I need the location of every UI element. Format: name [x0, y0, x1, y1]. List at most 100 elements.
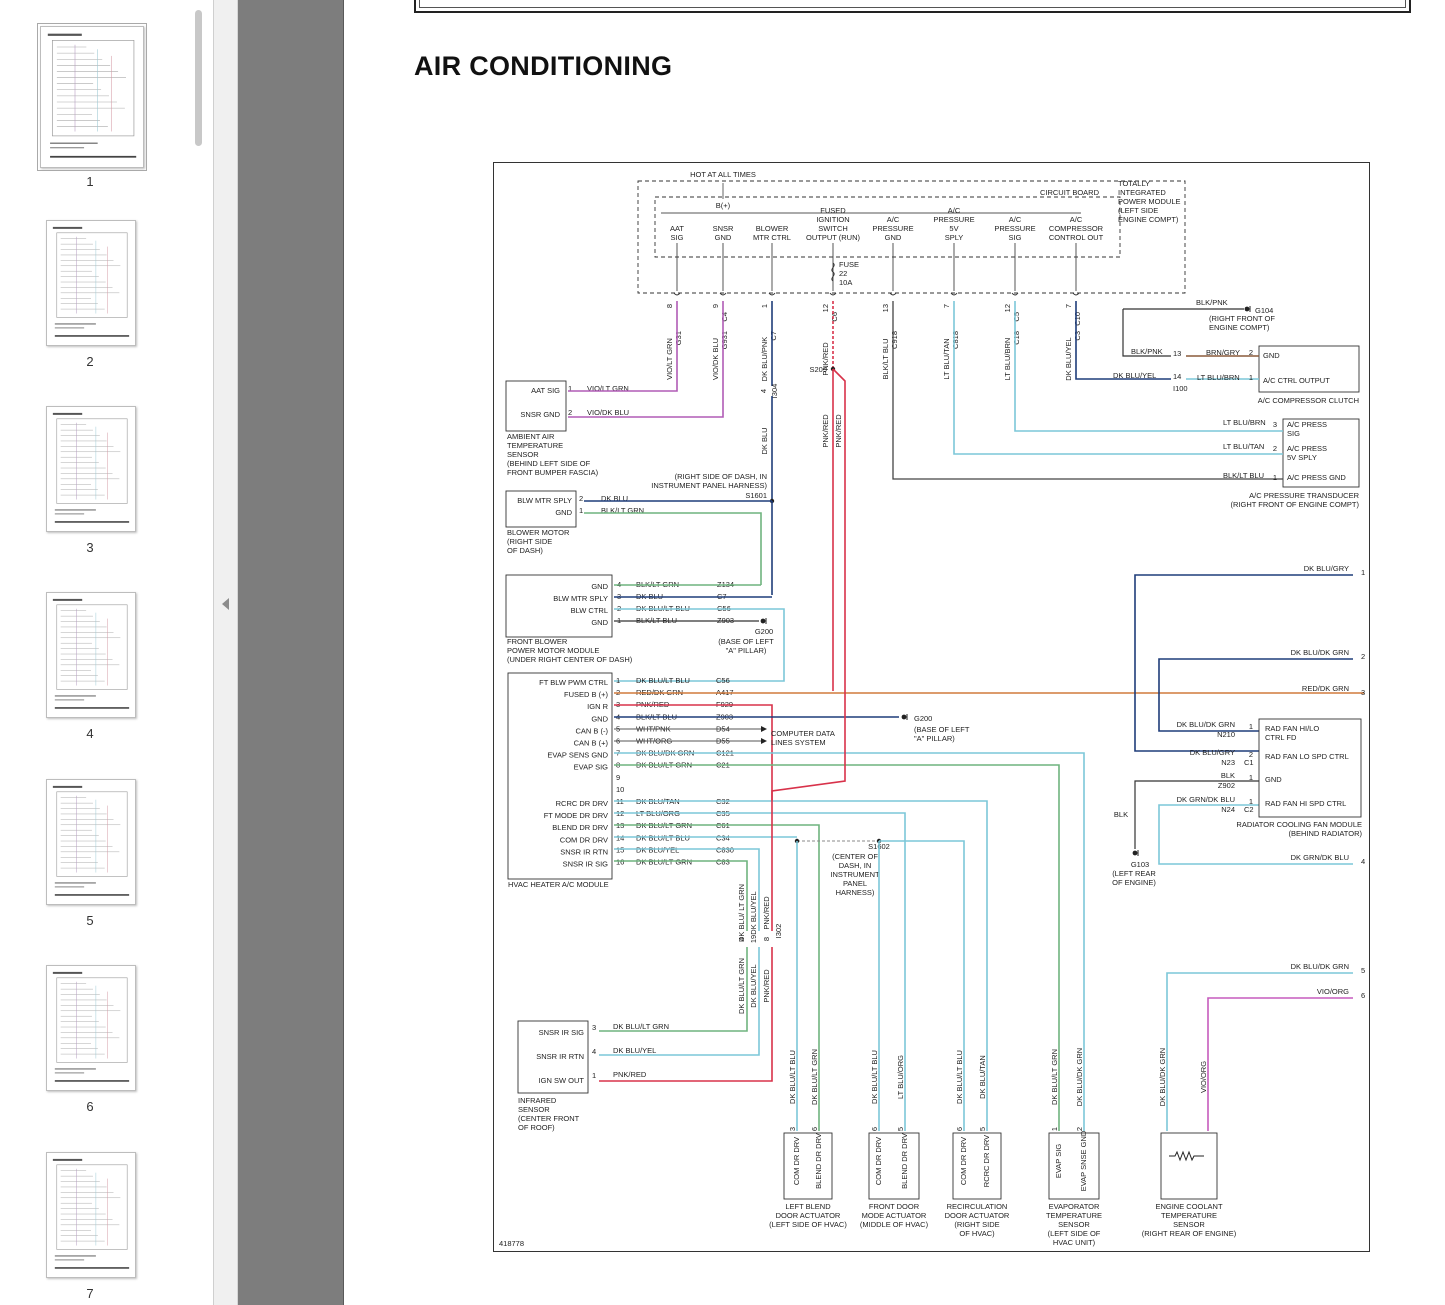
ir-sensor-pin-label: SNSR IR SIG	[539, 1028, 585, 1037]
inline-connector-pin: 19	[749, 935, 758, 943]
compressor-clutch-name: A/C COMPRESSOR CLUTCH	[1258, 396, 1359, 405]
thumbnail-page-image[interactable]	[46, 220, 136, 346]
tipm-name: INTEGRATED	[1118, 188, 1166, 197]
module-pin-function: A/C	[948, 206, 961, 215]
wire-color-label: BRN/GRY	[1206, 348, 1240, 357]
wire-color-label: LT BLU/BRN	[1223, 418, 1266, 427]
module-pin-function: PRESSURE	[872, 224, 913, 233]
circuit-number: C18	[1012, 331, 1021, 345]
thumbnail-scrollbar[interactable]	[193, 6, 203, 1296]
front-blower-module-name: POWER MOTOR MODULE	[507, 646, 599, 655]
splice-s1602-description: INSTRUMENT	[830, 870, 880, 879]
circuit-board-label: CIRCUIT BOARD	[1040, 188, 1100, 197]
hvac-pin-label: COM DR DRV	[560, 835, 608, 844]
actuator-pin-label: COM DR DRV	[792, 1137, 801, 1185]
inline-connector-pin: 13	[1173, 349, 1181, 358]
wire-vio-lt-grn	[568, 301, 678, 392]
bplus-label: B(+)	[716, 201, 731, 210]
page-heading: AIR CONDITIONING	[414, 51, 673, 81]
circuit-number: N24	[1221, 805, 1235, 814]
front-blower-pin-label: BLW MTR SPLY	[553, 594, 608, 603]
transducer-pin-number: 3	[1273, 420, 1277, 429]
hot-at-all-times-label: HOT AT ALL TIMES	[690, 170, 756, 179]
circuit-number: C3	[1073, 331, 1082, 341]
ground-g104-description: (RIGHT FRONT OF	[1209, 314, 1275, 323]
splice-s1602-description: (CENTER OF	[832, 852, 878, 861]
data-line-arrow	[761, 726, 767, 732]
wire-dk-blu-dk-grn	[1166, 972, 1353, 1131]
wire-color-label: DK BLU/LT GRN	[737, 958, 746, 1014]
computer-data-lines-label: LINES SYSTEM	[771, 738, 826, 747]
thumbnail-page-image[interactable]	[46, 592, 136, 718]
wire-color-label: LT BLU/BRN	[1197, 373, 1240, 382]
wire-color-label: LT BLU/TAN	[1223, 442, 1264, 451]
circuit-number: Z902	[1218, 781, 1235, 790]
module-pin-number: 1	[760, 304, 769, 308]
thumbnail-page-number: 2	[86, 354, 94, 369]
module-connector-id: C5	[1012, 312, 1021, 322]
wire-dk-blu-lt-grn	[614, 860, 748, 931]
tipm-name: TOTALLY	[1118, 179, 1150, 188]
actuator-name: ENGINE COOLANT	[1155, 1202, 1223, 1211]
circuit-number: N210	[1217, 730, 1235, 739]
actuator-name: TEMPERATURE	[1161, 1211, 1217, 1220]
blower-motor-name: OF DASH)	[507, 546, 543, 555]
module-pin-number: 7	[942, 304, 951, 308]
wiring-diagram: HOT AT ALL TIMES CIRCUIT BOARD TOTALLY INTE…	[493, 162, 1370, 1252]
actuator-pin-label: EVAP SNSE GND	[1079, 1130, 1088, 1191]
ground-symbol	[760, 618, 766, 624]
module-pin-function: IGNITION	[816, 215, 849, 224]
module-pin-number: 9	[711, 304, 720, 308]
ground-g104-description: ENGINE COMPT)	[1209, 323, 1270, 332]
actuator-pin-number: 6	[870, 1127, 879, 1131]
splice-s1602-description: DASH, IN	[839, 861, 872, 870]
wire-color-label: PNK/RED	[613, 1070, 647, 1079]
module-connector-id: C10	[1073, 312, 1082, 326]
wire-dk-blu-lt-blu	[879, 840, 965, 1131]
thumbnail-page-image[interactable]	[46, 1152, 136, 1278]
splice-label-s209: S209	[809, 365, 827, 374]
wire-color-label: DK BLU/LT GRN	[636, 858, 692, 867]
front-blower-pin-label: GND	[591, 582, 608, 591]
actuator-name: SENSOR	[1173, 1220, 1205, 1229]
wire-color-label: BLK/PNK	[1196, 298, 1228, 307]
circuit-number: G931	[720, 331, 729, 349]
collapse-sidebar-icon[interactable]	[222, 598, 229, 610]
inline-connector-i100: I100	[1173, 384, 1188, 393]
actuator-name: SENSOR	[1058, 1220, 1090, 1229]
module-pin-function: SPLY	[945, 233, 964, 242]
module-pin-function: A/C	[1009, 215, 1022, 224]
ground-g200-description: (BASE OF LEFT	[914, 725, 970, 734]
wire-color-label: DK BLU/ LT GRN	[737, 884, 746, 942]
transducer-pin-label: A/C PRESS GND	[1287, 473, 1346, 482]
sensor-pin-number: 2	[568, 408, 572, 417]
wire-color-label: PNK/RED	[821, 414, 830, 448]
thumbnail-page-image[interactable]	[37, 23, 147, 171]
hvac-pin-label: SNSR IR RTN	[560, 847, 608, 856]
ground-g200-description: "A" PILLAR)	[914, 734, 955, 743]
wire-color-label: DK BLU/YEL	[636, 845, 679, 854]
ir-sensor-pin-number: 1	[592, 1071, 596, 1080]
pane-splitter[interactable]	[214, 0, 238, 1305]
scrollbar-thumb[interactable]	[195, 10, 202, 146]
wire-pnk-red	[599, 947, 773, 1082]
thumbnail-page-image[interactable]	[46, 965, 136, 1091]
ground-g103-description: (LEFT REAR	[1112, 869, 1156, 878]
splice-s1602-description: HARNESS)	[836, 888, 875, 897]
wire-dk-blu-lt-grn	[614, 764, 1060, 1131]
thumbnail-page-image[interactable]	[46, 406, 136, 532]
thumbnail-pane[interactable]: 1 2 3 4 5 6 7	[0, 0, 214, 1305]
thumbnail-page-image[interactable]	[46, 779, 136, 905]
wire-color-label: DK BLU/TAN	[978, 1055, 987, 1099]
wire-color-label: RED/DK GRN	[1302, 684, 1349, 693]
wire-color-label: DK BLU/PNK	[760, 337, 769, 382]
wire-color-label: DK BLU/LT BLU	[636, 676, 690, 685]
actuator-pin-label: RCRC DR DRV	[982, 1135, 991, 1187]
actuator-name: EVAPORATOR	[1049, 1202, 1100, 1211]
previous-table-border	[414, 0, 1411, 13]
front-blower-pin-label: BLW CTRL	[571, 606, 608, 615]
infrared-sensor-name: SENSOR	[518, 1105, 550, 1114]
hvac-pin-label: CAN B (-)	[576, 726, 609, 735]
blower-motor-name: (RIGHT SIDE	[507, 537, 552, 546]
splice-s1602-description: PANEL	[843, 879, 867, 888]
